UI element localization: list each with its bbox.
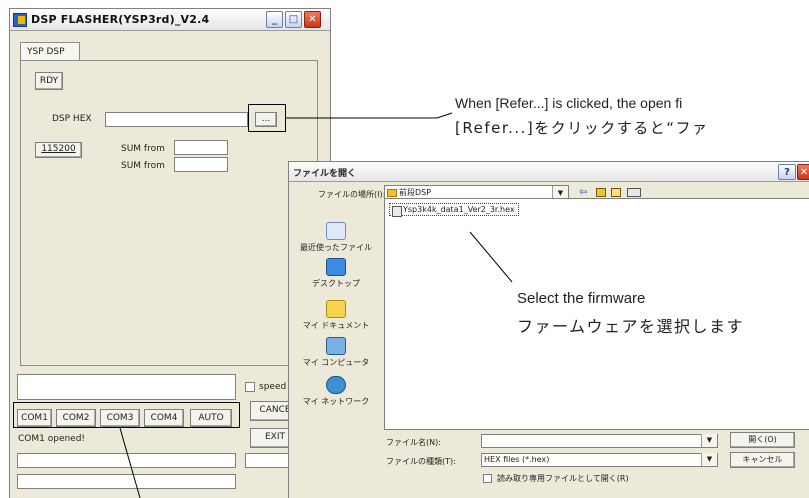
folder-icon xyxy=(387,189,397,197)
status-field-1 xyxy=(17,453,236,468)
speed-checkbox[interactable] xyxy=(245,382,255,392)
status-field-3 xyxy=(17,474,236,489)
refer-callout-en: When [Refer...] is clicked, the open fi xyxy=(455,95,683,111)
place-recent[interactable]: 最近使ったファイル xyxy=(295,222,377,253)
file-name-input[interactable]: ▼ xyxy=(481,434,718,448)
dialog-close-button[interactable]: ✕ xyxy=(797,164,809,180)
refer-highlight-box xyxy=(248,104,286,132)
new-folder-icon[interactable] xyxy=(611,188,621,197)
readonly-label: 読み取り専用ファイルとして開く(R) xyxy=(497,474,629,483)
maximize-button[interactable]: □ xyxy=(285,11,302,28)
refer-callout-jp: [Refer...]をクリックすると“ファ xyxy=(455,119,709,137)
look-in-label: ファイルの場所(I): xyxy=(318,190,386,199)
dsp-hex-label: DSP HEX xyxy=(52,114,92,124)
minimize-button[interactable]: _ xyxy=(266,11,283,28)
progress-field xyxy=(17,374,236,400)
baud-rate-button[interactable]: 115200 xyxy=(35,142,82,158)
status-text: COM1 opened! xyxy=(18,434,86,444)
place-desktop[interactable]: デスクトップ xyxy=(295,258,377,289)
sum-from-label-1: SUM from xyxy=(121,144,165,154)
places-bar: 最近使ったファイル デスクトップ マイ ドキュメント マイ コンピュータ マイ … xyxy=(295,222,377,472)
tab-ysp-dsp[interactable]: YSP DSP xyxy=(20,42,80,61)
file-name-dropdown-icon[interactable]: ▼ xyxy=(701,434,717,447)
com-buttons-highlight-box xyxy=(13,402,240,428)
my-network-icon xyxy=(326,376,346,394)
dialog-title: ファイルを開く xyxy=(293,169,357,179)
select-callout-en: Select the firmware xyxy=(517,290,646,307)
sum-from-field-2[interactable] xyxy=(174,157,228,172)
app-icon xyxy=(13,13,27,27)
file-item-hex[interactable]: Ysp3k4k_data1_Ver2_3r.hex xyxy=(389,203,519,217)
file-type-select[interactable]: HEX files (*.hex) ▼ xyxy=(481,453,718,467)
readonly-checkbox[interactable] xyxy=(483,474,492,483)
my-computer-icon xyxy=(326,337,346,355)
dialog-titlebar: ファイルを開く ? ✕ xyxy=(289,162,809,182)
dialog-cancel-button[interactable]: キャンセル xyxy=(730,452,795,468)
desktop-icon xyxy=(326,258,346,276)
flasher-title: DSP FLASHER(YSP3rd)_V2.4 xyxy=(31,13,210,26)
select-callout-jp: ファームウェアを選択します xyxy=(517,317,745,336)
dsp-hex-field[interactable] xyxy=(105,112,248,127)
up-folder-icon[interactable] xyxy=(596,188,606,197)
sum-from-label-2: SUM from xyxy=(121,161,165,171)
recent-files-icon xyxy=(326,222,346,240)
view-menu-icon[interactable] xyxy=(627,188,641,197)
sum-from-field-1[interactable] xyxy=(174,140,228,155)
place-my-documents[interactable]: マイ ドキュメント xyxy=(295,300,377,331)
place-my-network[interactable]: マイ ネットワーク xyxy=(295,376,377,407)
help-button[interactable]: ? xyxy=(778,164,796,180)
open-button[interactable]: 開く(O) xyxy=(730,432,795,448)
rdy-button[interactable]: RDY xyxy=(35,72,63,90)
file-type-dropdown-icon[interactable]: ▼ xyxy=(701,453,717,466)
look-in-value: 前段DSP xyxy=(399,188,432,197)
file-type-label: ファイルの種類(T): xyxy=(386,457,456,466)
flasher-titlebar: DSP FLASHER(YSP3rd)_V2.4 _ □ ✕ xyxy=(10,9,330,31)
my-documents-icon xyxy=(326,300,346,318)
place-my-computer[interactable]: マイ コンピュータ xyxy=(295,337,377,368)
back-icon[interactable]: ⇦ xyxy=(579,187,587,198)
speed-label: speed xyxy=(259,382,287,392)
close-button[interactable]: ✕ xyxy=(304,11,321,28)
file-name-label: ファイル名(N): xyxy=(386,438,441,447)
